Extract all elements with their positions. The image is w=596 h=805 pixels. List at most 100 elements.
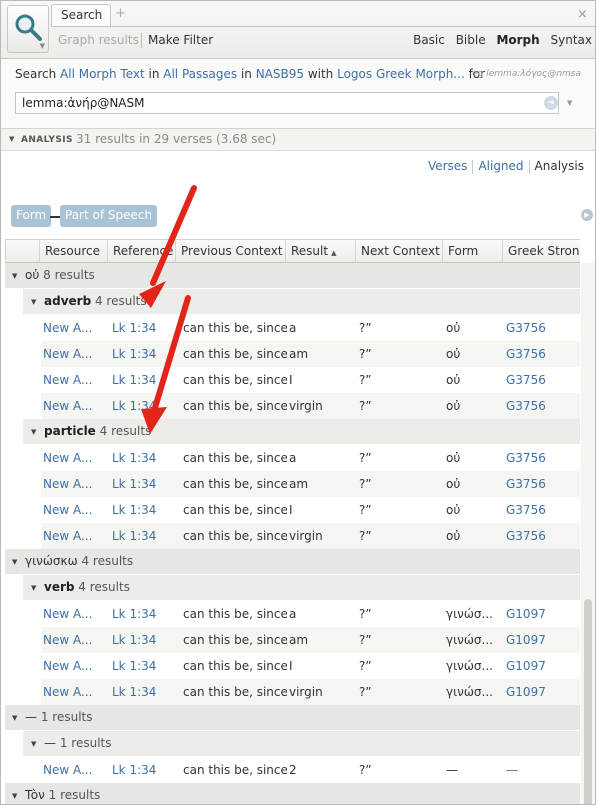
reference-cell[interactable]: Lk 1:34 xyxy=(112,607,176,621)
tab-analysis[interactable]: Analysis xyxy=(530,159,589,173)
resource-cell[interactable]: New A... xyxy=(43,633,107,647)
expand-caret-icon[interactable]: ▼ xyxy=(12,792,17,800)
resource-cell[interactable]: New A... xyxy=(43,529,107,543)
expand-caret-icon[interactable]: ▼ xyxy=(12,714,17,722)
group-row[interactable]: ▼ Tòν 1 results xyxy=(5,783,580,804)
expand-caret-icon[interactable]: ▼ xyxy=(31,298,36,306)
analysis-bar[interactable]: ▼ ANALYSIS 31 results in 29 verses (3.68… xyxy=(1,129,595,151)
table-row[interactable]: New A... Lk 1:34 can this be, since I ?” οὐ G3… xyxy=(41,497,580,523)
reference-cell[interactable]: Lk 1:34 xyxy=(112,321,176,335)
greek-strong-cell[interactable]: G1097 xyxy=(506,633,576,647)
resource-cell[interactable]: New A... xyxy=(43,373,107,387)
column-header-next-context[interactable]: Next Context xyxy=(355,240,442,262)
reference-cell[interactable]: Lk 1:34 xyxy=(112,503,176,517)
group-row[interactable]: ▼ οὐ 8 results xyxy=(5,263,580,289)
subgroup-row[interactable]: ▼ verb 4 results xyxy=(23,575,580,601)
resource-cell[interactable]: New A... xyxy=(43,503,107,517)
greek-strong-cell[interactable]: G3756 xyxy=(506,399,576,413)
tab-verses[interactable]: Verses xyxy=(423,159,472,173)
search-type-bible[interactable]: Bible xyxy=(456,33,486,47)
resource-link[interactable]: NASB95 xyxy=(256,67,304,81)
resource-cell[interactable]: New A... xyxy=(43,607,107,621)
passage-scope-link[interactable]: All Passages xyxy=(163,67,237,81)
table-row[interactable]: New A... Lk 1:34 can this be, since am ?” οὐ G… xyxy=(41,471,580,497)
search-type-syntax[interactable]: Syntax xyxy=(551,33,592,47)
table-row[interactable]: New A... Lk 1:34 can this be, since I ?” γινώ… xyxy=(41,653,580,679)
greek-strong-cell[interactable]: G3756 xyxy=(506,373,576,387)
expand-caret-icon[interactable]: ▼ xyxy=(12,272,17,280)
resource-cell[interactable]: New A... xyxy=(43,399,107,413)
table-row[interactable]: New A... Lk 1:34 can this be, since a ?” οὐ G3… xyxy=(41,445,580,471)
search-type-morph[interactable]: Morph xyxy=(496,33,539,47)
greek-strong-cell[interactable]: G1097 xyxy=(506,659,576,673)
greek-strong-cell[interactable]: G3756 xyxy=(506,347,576,361)
table-row[interactable]: New A... Lk 1:34 can this be, since a ?” οὐ G3… xyxy=(41,315,580,341)
resource-cell[interactable]: New A... xyxy=(43,451,107,465)
group-by-part-of-speech-pill[interactable]: Part of Speech xyxy=(60,205,158,227)
expand-caret-icon[interactable]: ▼ xyxy=(12,558,17,566)
column-header-resource[interactable]: Resource xyxy=(39,240,107,262)
resource-cell[interactable]: New A... xyxy=(43,347,107,361)
subgroup-row[interactable]: ▼ — 1 results xyxy=(23,731,580,757)
search-history-dropdown[interactable]: ▼ xyxy=(567,99,572,107)
reference-cell[interactable]: Lk 1:34 xyxy=(112,685,176,699)
resource-cell[interactable]: New A... xyxy=(43,477,107,491)
reference-cell[interactable]: Lk 1:34 xyxy=(112,347,176,361)
resource-cell[interactable]: New A... xyxy=(43,685,107,699)
greek-strong-cell[interactable]: G3756 xyxy=(506,529,576,543)
expand-caret-icon[interactable]: ▼ xyxy=(31,428,36,436)
greek-strong-cell[interactable]: G1097 xyxy=(506,607,576,621)
reference-cell[interactable]: Lk 1:34 xyxy=(112,659,176,673)
greek-strong-cell[interactable]: G3756 xyxy=(506,503,576,517)
make-filter-button[interactable]: Make Filter xyxy=(148,33,213,47)
greek-strong-cell[interactable]: G3756 xyxy=(506,321,576,335)
table-row[interactable]: New A... Lk 1:34 can this be, since virgin?… xyxy=(41,523,580,549)
tab-aligned[interactable]: Aligned xyxy=(473,159,528,173)
column-header-greek-strong[interactable]: Greek Strong xyxy=(502,240,580,262)
column-header-result[interactable]: Result ▲ xyxy=(285,240,355,262)
table-row[interactable]: New A... Lk 1:34 can this be, since I ?” οὐ G3… xyxy=(41,367,580,393)
reference-cell[interactable]: Lk 1:34 xyxy=(112,763,176,777)
greek-strong-cell[interactable]: G1097 xyxy=(506,685,576,699)
add-tab-button[interactable]: + xyxy=(115,6,126,21)
group-row[interactable]: ▼ γινώσκω 4 results xyxy=(5,549,580,575)
text-scope-link[interactable]: All Morph Text xyxy=(60,67,145,81)
column-header-previous-context[interactable]: Previous Context xyxy=(175,240,285,262)
table-row[interactable]: New A... Lk 1:34 can this be, since a ?” γινώ… xyxy=(41,601,580,627)
expand-caret-icon[interactable]: ▼ xyxy=(31,584,36,592)
resource-cell[interactable]: New A... xyxy=(43,763,107,777)
expand-caret-icon[interactable]: ▼ xyxy=(31,740,36,748)
table-row[interactable]: New A... Lk 1:34 can this be, since virgin?… xyxy=(41,393,580,419)
collapse-caret-icon[interactable]: ▼ xyxy=(9,135,14,143)
reference-cell[interactable]: Lk 1:34 xyxy=(112,529,176,543)
search-panel-menu[interactable]: ▼ xyxy=(7,5,49,53)
table-row[interactable]: New A... Lk 1:34 can this be, since virgin?… xyxy=(41,679,580,705)
reference-cell[interactable]: Lk 1:34 xyxy=(112,373,176,387)
tab-search[interactable]: Search xyxy=(51,4,111,26)
table-row[interactable]: New A... Lk 1:34 can this be, since 2 ?” — — xyxy=(41,757,580,783)
table-row[interactable]: New A... Lk 1:34 can this be, since am ?” οὐ G… xyxy=(41,341,580,367)
reference-cell[interactable]: Lk 1:34 xyxy=(112,633,176,647)
greek-strong-cell[interactable]: — xyxy=(506,763,576,777)
column-header-form[interactable]: Form xyxy=(442,240,502,262)
group-by-form-pill[interactable]: Form xyxy=(11,205,52,227)
graph-results-button[interactable]: Graph results xyxy=(58,33,139,47)
scrollbar-thumb[interactable] xyxy=(584,599,592,804)
search-type-basic[interactable]: Basic xyxy=(413,33,445,47)
greek-strong-cell[interactable]: G3756 xyxy=(506,451,576,465)
resource-cell[interactable]: New A... xyxy=(43,321,107,335)
reference-cell[interactable]: Lk 1:34 xyxy=(112,451,176,465)
close-icon[interactable]: × xyxy=(577,7,588,22)
subgroup-row[interactable]: ▼ adverb 4 results xyxy=(23,289,580,315)
subgroup-row[interactable]: ▼ particle 4 results xyxy=(23,419,580,445)
greek-strong-cell[interactable]: G3756 xyxy=(506,477,576,491)
morphology-link[interactable]: Logos Greek Morph... xyxy=(337,67,465,81)
reference-cell[interactable]: Lk 1:34 xyxy=(112,477,176,491)
search-input[interactable]: lemma:ἀνήρ@NASM xyxy=(15,92,559,114)
column-header-reference[interactable]: Reference xyxy=(107,240,175,262)
table-row[interactable]: New A... Lk 1:34 can this be, since am ?” γιν… xyxy=(41,627,580,653)
reference-cell[interactable]: Lk 1:34 xyxy=(112,399,176,413)
resource-cell[interactable]: New A... xyxy=(43,659,107,673)
add-group-icon[interactable]: ▶ xyxy=(581,209,593,221)
go-arrow-icon[interactable]: ➔ xyxy=(544,96,558,110)
